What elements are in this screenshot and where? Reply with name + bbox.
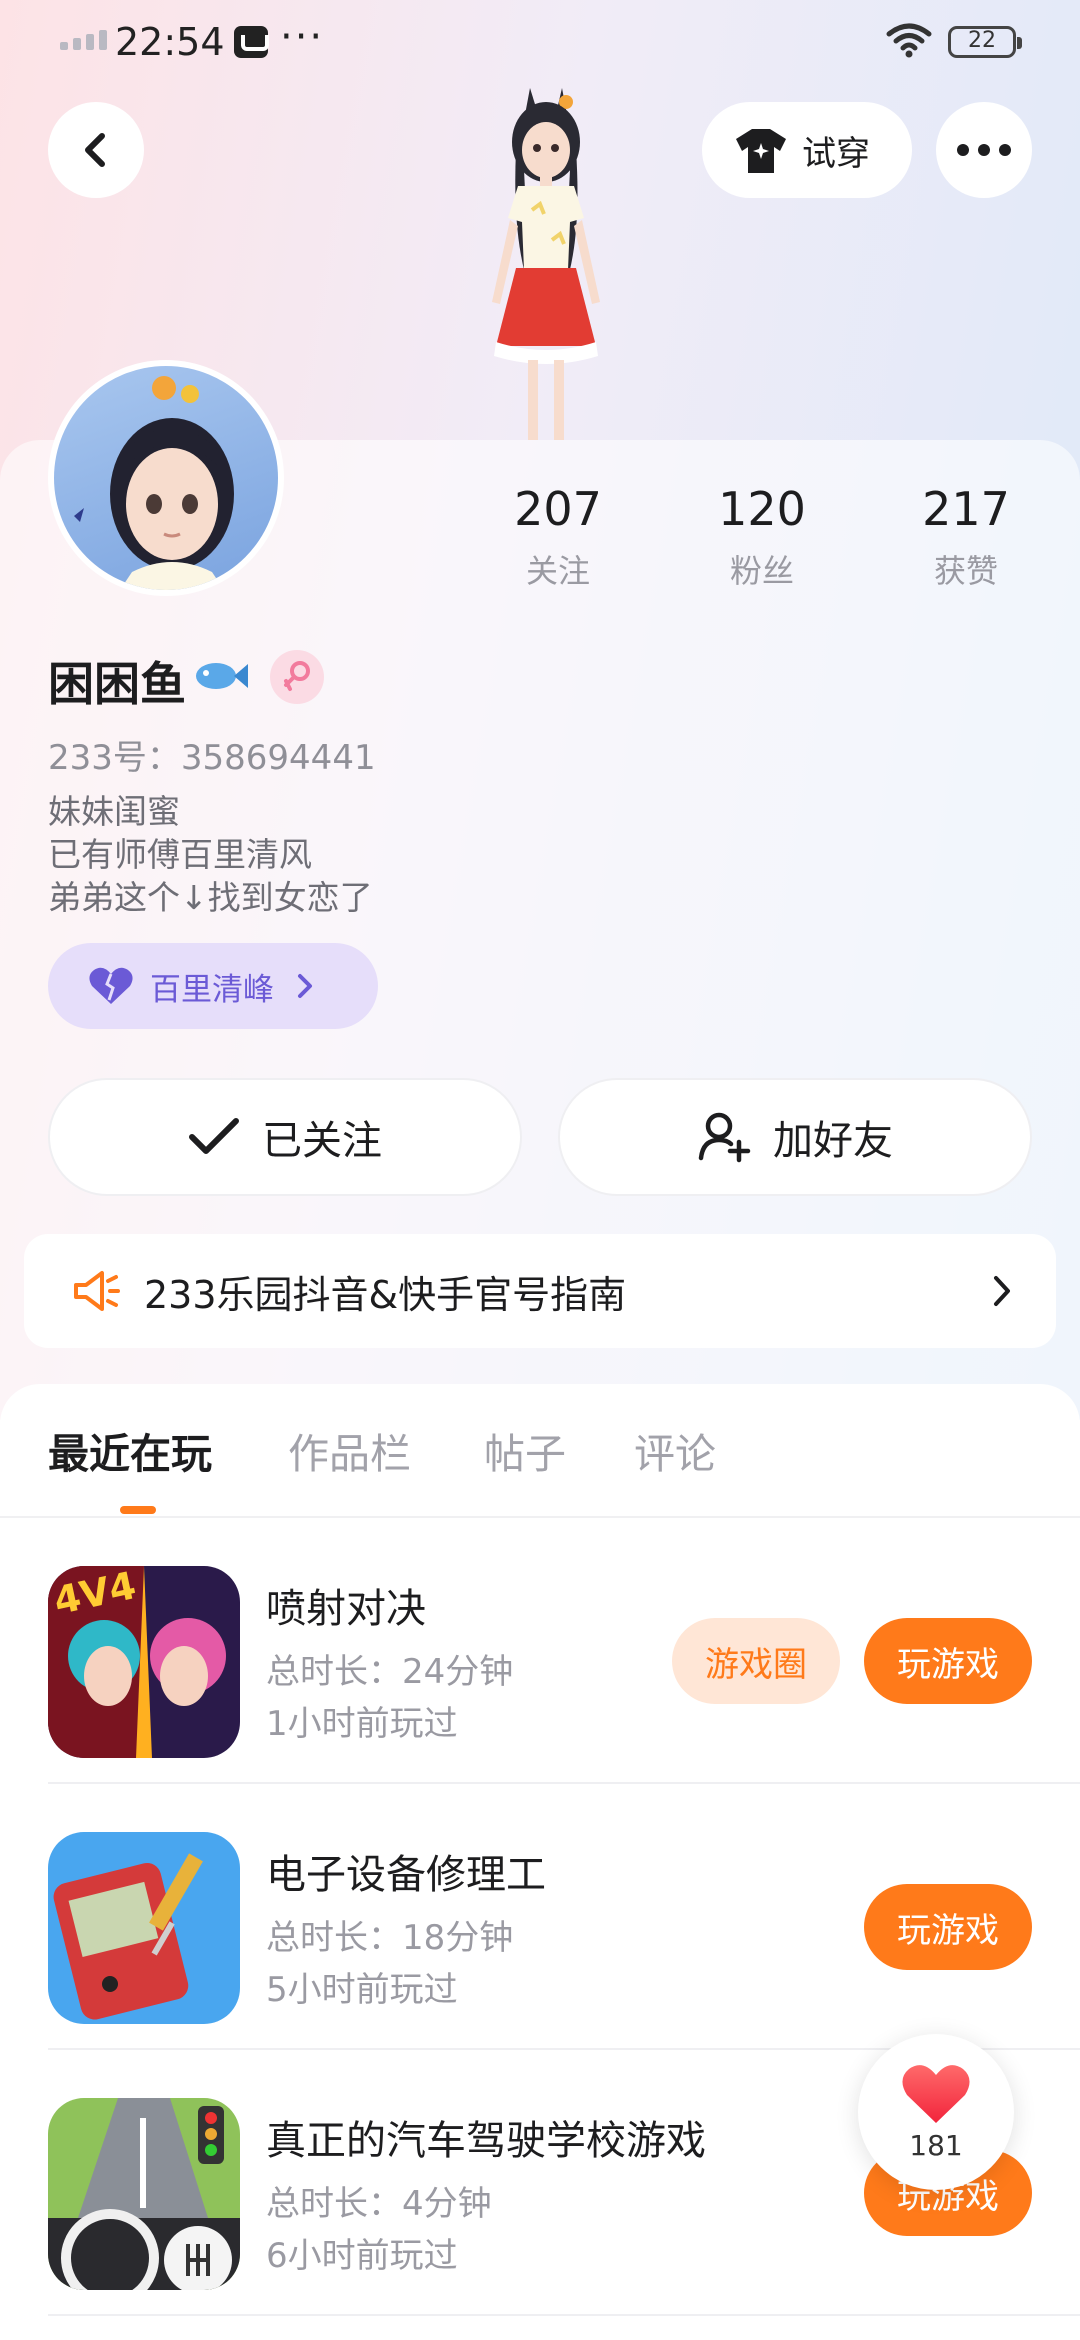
cp-relation-chip[interactable]: 百里清峰 [48, 943, 378, 1029]
chevron-left-icon [85, 133, 105, 167]
stat-number: 120 [718, 482, 806, 536]
game-last-played: 1小时前玩过 [266, 1704, 458, 1744]
tab-works[interactable]: 作品栏 [288, 1420, 411, 1480]
bio-line: 已有师傅百里清风 [48, 835, 312, 874]
avatar[interactable] [48, 360, 284, 596]
try-on-label: 试穿 [802, 133, 870, 174]
more-horizontal-icon [957, 144, 1011, 156]
followed-button[interactable]: 已关注 [48, 1078, 522, 1196]
avatar-figure[interactable] [420, 80, 660, 440]
battery-icon: 22 [948, 26, 1022, 58]
battery-level: 22 [968, 28, 996, 53]
stat-number: 217 [922, 482, 1010, 536]
female-icon [284, 661, 310, 691]
floating-like-button[interactable]: 181 [858, 2034, 1014, 2190]
game-duration: 总时长：4分钟 [266, 2184, 492, 2224]
status-more: ··· [280, 14, 325, 60]
followed-label: 已关注 [262, 1118, 382, 1164]
notice-text: 233乐园抖音&快手官号指南 [144, 1272, 627, 1317]
stat-likes[interactable]: 217 获赞 [886, 482, 1046, 592]
game-name: 电子设备修理工 [266, 1852, 546, 1898]
game-duration: 总时长：18分钟 [266, 1918, 514, 1958]
try-on-button[interactable]: 试穿 [702, 102, 912, 198]
tab-comments[interactable]: 评论 [634, 1420, 716, 1480]
heart-icon [902, 2064, 970, 2123]
megaphone-icon [74, 1271, 120, 1311]
bio: 妹妹闺蜜 已有师傅百里清风 弟弟这个↓找到女恋了 [48, 790, 373, 919]
tab-posts[interactable]: 帖子 [484, 1420, 566, 1480]
stat-following[interactable]: 207 关注 [478, 482, 638, 592]
game-last-played: 5小时前玩过 [266, 1970, 458, 2010]
game-name: 喷射对决 [266, 1586, 426, 1632]
game-last-played: 6小时前玩过 [266, 2236, 458, 2276]
bio-line: 弟弟这个↓找到女恋了 [48, 878, 373, 917]
heart-icon [89, 967, 133, 1004]
bio-line: 妹妹闺蜜 [48, 792, 180, 831]
tab-indicator [120, 1506, 156, 1514]
wifi-icon [886, 23, 932, 58]
nickname: 困困鱼 [48, 657, 186, 711]
game-name: 真正的汽车驾驶学校游戏 [266, 2118, 706, 2164]
stat-number: 207 [514, 482, 602, 536]
notification-app-icon [234, 26, 269, 58]
game-list-item[interactable]: 电子设备修理工 总时长：18分钟 5小时前玩过 玩游戏 [0, 1784, 1080, 2050]
divider [48, 2314, 1080, 2316]
more-button[interactable] [936, 102, 1032, 198]
play-game-button[interactable]: 玩游戏 [864, 1618, 1032, 1704]
game-circle-button[interactable]: 游戏圈 [672, 1618, 840, 1704]
game-list-item[interactable]: 4V4 喷射对决 总时长：24分钟 1小时前玩过 游戏圈 玩游戏 [0, 1518, 1080, 1784]
add-friend-label: 加好友 [773, 1118, 893, 1164]
game-icon [48, 2098, 240, 2290]
stat-label: 关注 [525, 552, 590, 590]
add-user-icon [698, 1112, 751, 1163]
checkmark-icon [189, 1118, 239, 1154]
profile-tabs: 最近在玩 作品栏 帖子 评论 [0, 1420, 1080, 1510]
tab-recent-games[interactable]: 最近在玩 [48, 1420, 212, 1480]
user-id: 233号：358694441 [48, 738, 376, 778]
like-count: 181 [909, 2128, 963, 2162]
game-icon: 4V4 [48, 1566, 240, 1758]
back-button[interactable] [48, 102, 144, 198]
notice-banner[interactable]: 233乐园抖音&快手官号指南 [24, 1234, 1056, 1348]
game-duration: 总时长：24分钟 [266, 1652, 514, 1692]
game-icon [48, 1832, 240, 2024]
status-bar: 22:54 ··· 22 [0, 0, 1080, 90]
cp-relation-label: 百里清峰 [150, 971, 274, 1008]
chevron-right-icon [994, 1276, 1010, 1306]
stat-label: 粉丝 [729, 552, 794, 590]
stat-followers[interactable]: 120 粉丝 [682, 482, 842, 592]
avatar-image [74, 376, 234, 590]
status-time: 22:54 [115, 20, 225, 64]
tshirt-icon [736, 129, 786, 173]
chevron-right-icon [298, 974, 312, 998]
gender-badge [270, 650, 324, 704]
play-game-button[interactable]: 玩游戏 [864, 1884, 1032, 1970]
fish-icon [196, 663, 248, 689]
add-friend-button[interactable]: 加好友 [558, 1078, 1032, 1196]
signal-icon [60, 30, 107, 50]
stat-label: 获赞 [933, 552, 998, 590]
